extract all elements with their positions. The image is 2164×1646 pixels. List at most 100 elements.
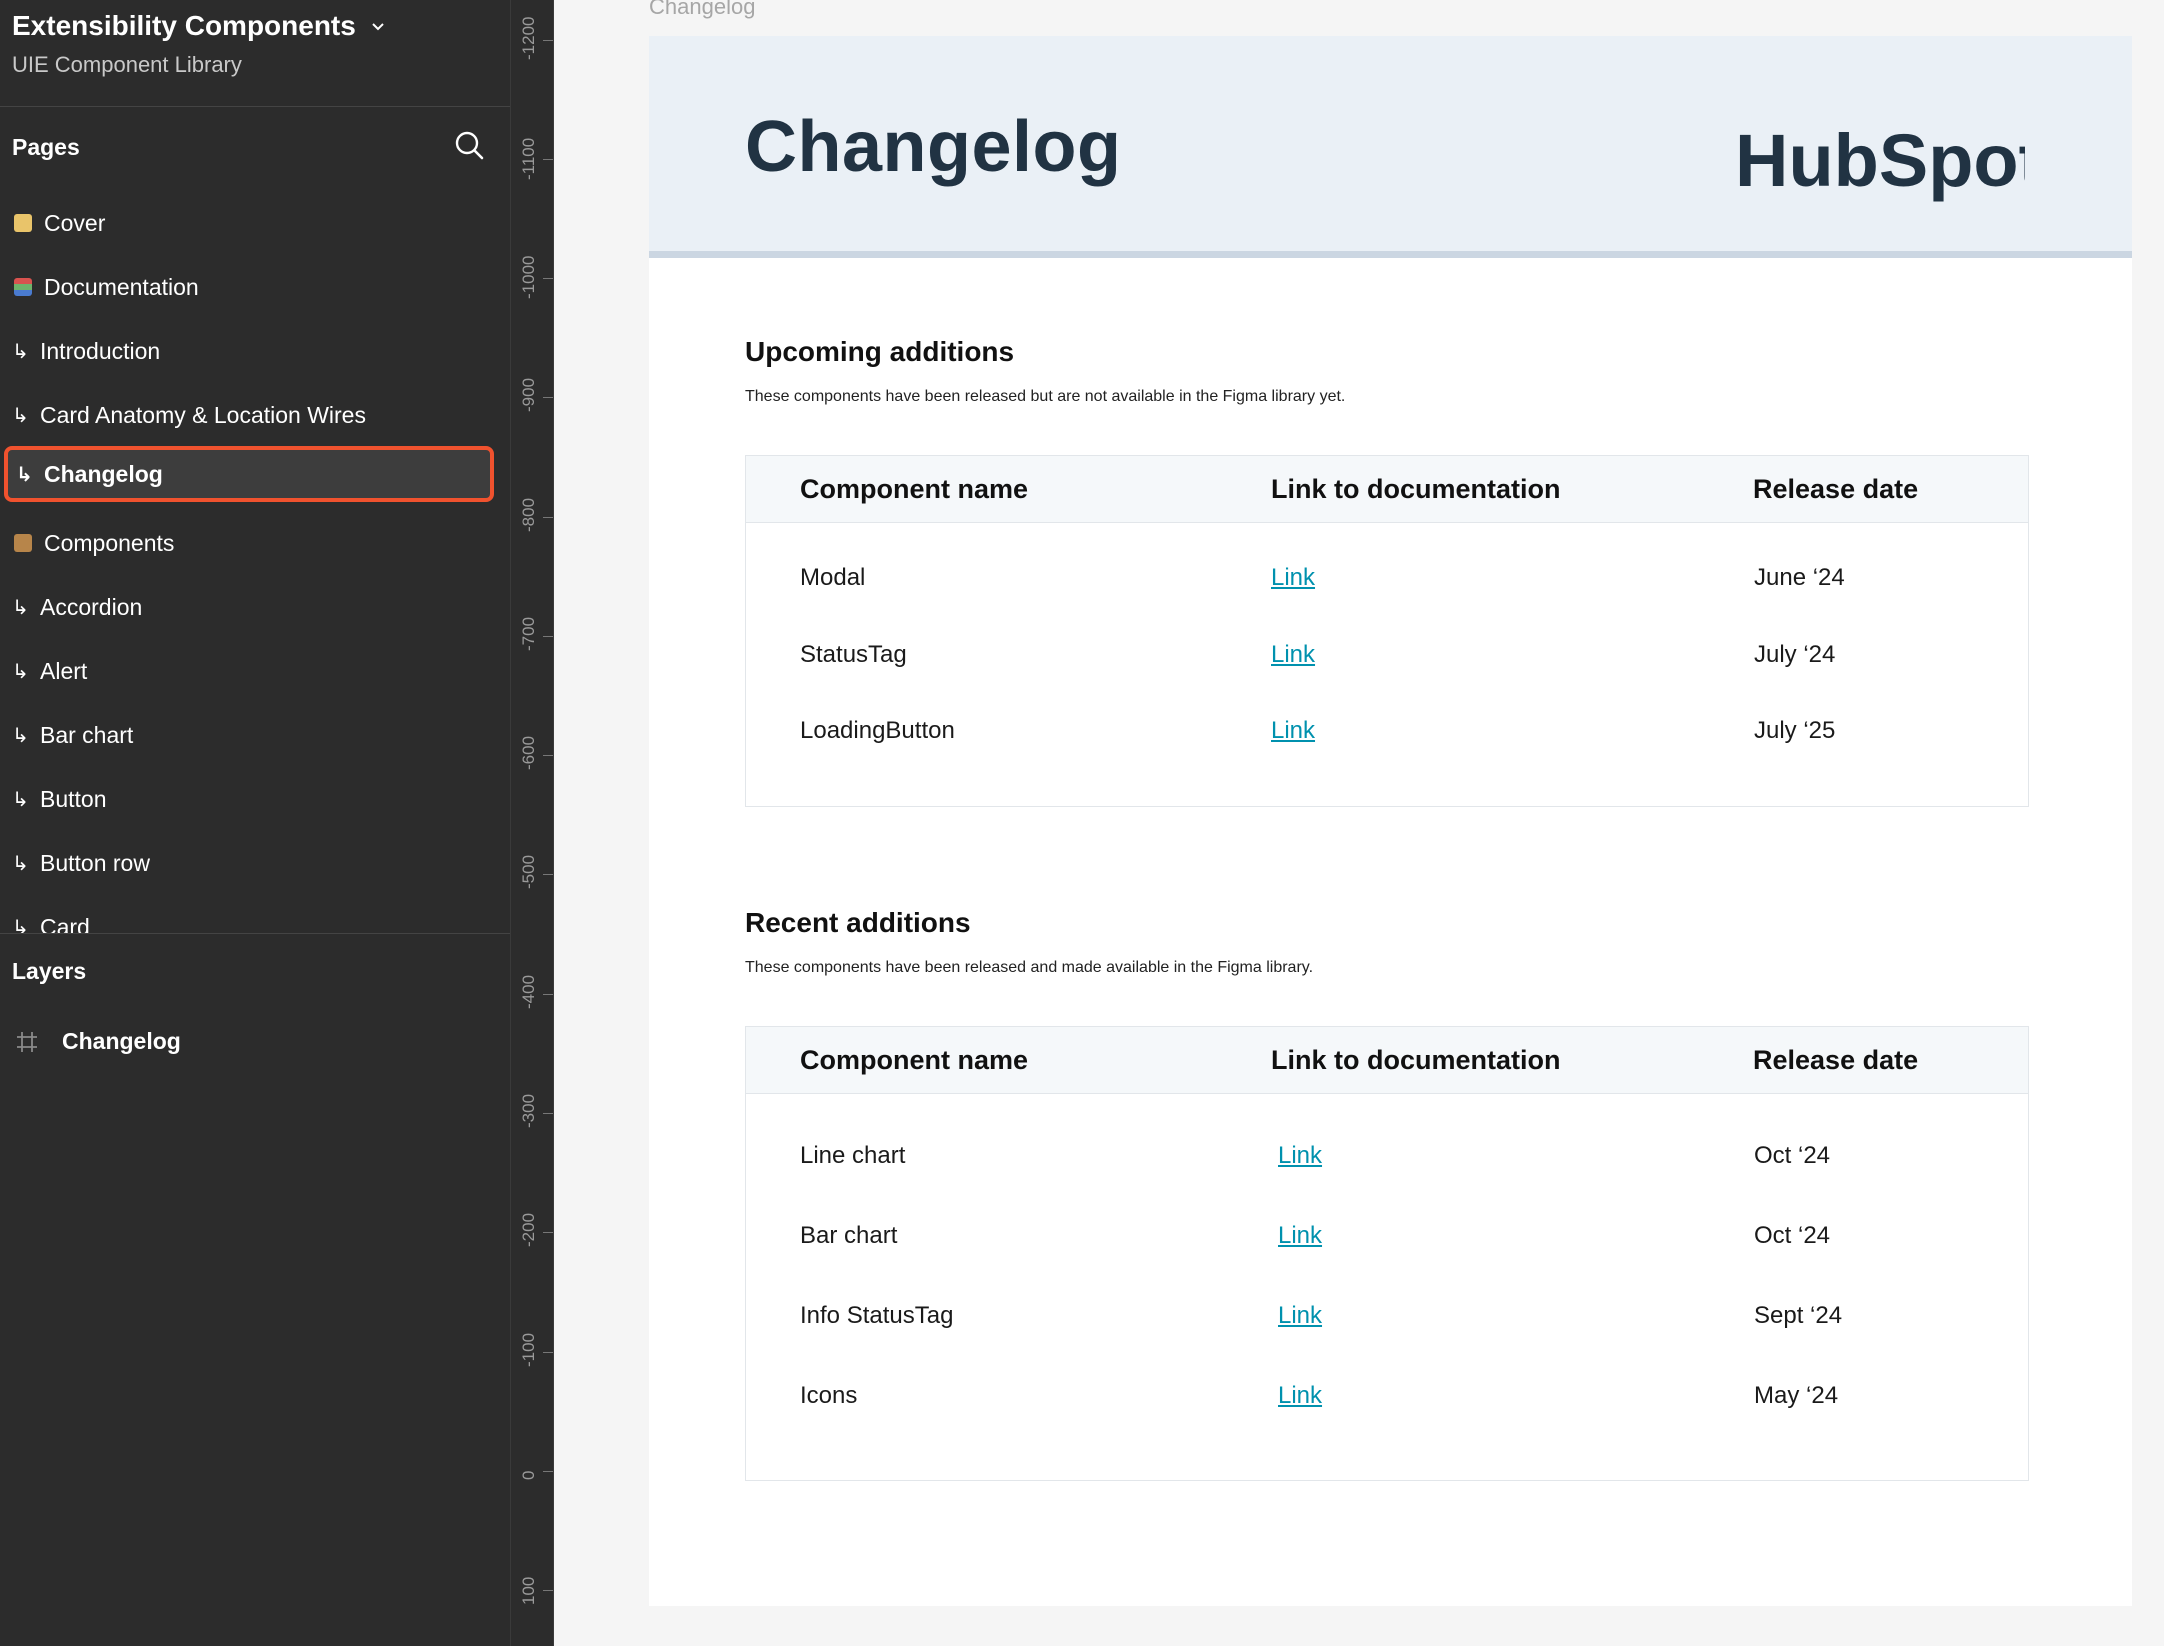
layer-item-changelog[interactable]: Changelog (14, 1028, 181, 1055)
page-item-card-anatomy[interactable]: ↳ Card Anatomy & Location Wires (4, 390, 494, 440)
page-item-card[interactable]: ↳ Card (4, 902, 494, 935)
release-date: June ‘24 (1754, 564, 1845, 591)
page-item-label: Alert (40, 657, 88, 684)
ruler-label: -300 (519, 1093, 538, 1128)
component-name: Modal (800, 564, 866, 591)
ruler-tick (543, 874, 553, 875)
subpage-arrow-icon: ↳ (16, 463, 33, 486)
page-item-label: Components (44, 529, 175, 556)
ruler-label: -600 (519, 735, 538, 770)
ruler-tick (543, 1232, 553, 1233)
ruler-tick (543, 755, 553, 756)
changelog-frame[interactable]: Changelog HubSpot Upcoming additions The… (649, 36, 2132, 1606)
file-subtitle: UIE Component Library (12, 52, 242, 77)
column-header: Release date (1753, 1045, 1919, 1075)
doc-link[interactable]: Link (1278, 1142, 1322, 1170)
vertical-ruler: -1200 -1100 -1000 -900 -800 -700 -600 -5… (511, 0, 554, 1646)
page-item-label: Accordion (40, 593, 143, 620)
ruler-label: -1000 (519, 255, 538, 299)
ruler-tick (543, 636, 553, 637)
logo-text: HubSpot (1735, 119, 2025, 202)
page-item-cover[interactable]: Cover (4, 198, 494, 248)
ruler-tick (543, 517, 553, 518)
table-header: Component name Link to documentation Rel… (746, 1027, 2028, 1094)
ruler-label: -200 (519, 1212, 538, 1247)
design-canvas[interactable]: Changelog Changelog HubSpot Upcoming add… (554, 0, 2164, 1646)
frame-icon (17, 1031, 37, 1052)
component-name: Bar chart (800, 1222, 898, 1249)
search-icon[interactable] (452, 128, 486, 162)
doc-link[interactable]: Link (1271, 717, 1315, 745)
table-header: Component name Link to documentation Rel… (746, 456, 2028, 523)
release-date: Sept ‘24 (1754, 1302, 1843, 1329)
column-header: Component name (800, 474, 1029, 504)
ruler-label: -1200 (519, 16, 538, 60)
upcoming-title: Upcoming additions (745, 336, 1015, 367)
banner: Changelog HubSpot (649, 36, 2132, 258)
panel-divider[interactable] (0, 933, 510, 934)
ruler-tick (543, 994, 553, 995)
pages-list: Cover Documentation ↳ Introduction ↳ Car… (0, 198, 510, 935)
left-sidebar: Extensibility Components UIE Component L… (0, 0, 511, 1646)
page-item-accordion[interactable]: ↳ Accordion (4, 582, 494, 632)
page-item-label: Changelog (44, 460, 163, 487)
release-date: Oct ‘24 (1754, 1142, 1831, 1169)
page-item-label: Button (40, 785, 107, 812)
page-item-label: Documentation (44, 273, 199, 300)
release-date: May ‘24 (1754, 1382, 1839, 1409)
file-title-button[interactable]: Extensibility Components (12, 10, 386, 42)
component-name: Icons (800, 1382, 858, 1409)
page-item-components[interactable]: Components (4, 518, 494, 568)
recent-title: Recent additions (745, 907, 971, 938)
ruler-tick (543, 1471, 553, 1472)
ruler-label: -700 (519, 616, 538, 651)
upcoming-description: These components have been released but … (745, 388, 1346, 405)
ruler-label: -400 (519, 974, 538, 1009)
page-item-documentation[interactable]: Documentation (4, 262, 494, 312)
ruler-tick (543, 1113, 553, 1114)
page-item-button[interactable]: ↳ Button (4, 774, 494, 824)
frame-label[interactable]: Changelog (649, 0, 755, 20)
column-header: Link to documentation (1271, 474, 1561, 504)
ruler-label: -1100 (519, 137, 538, 180)
page-item-label: Introduction (40, 337, 161, 364)
ruler-tick (543, 40, 553, 41)
chevron-down-icon (372, 23, 384, 31)
ruler-label: -900 (519, 377, 538, 412)
subpage-arrow-icon: ↳ (12, 404, 29, 427)
page-item-button-row[interactable]: ↳ Button row (4, 838, 494, 888)
file-title: Extensibility Components (12, 10, 356, 41)
pages-header: Pages (0, 128, 510, 168)
column-header: Link to documentation (1271, 1045, 1561, 1075)
ruler-label: 100 (519, 1576, 538, 1605)
ruler-label: -500 (519, 854, 538, 889)
page-item-changelog[interactable]: ↳ Changelog (4, 446, 494, 502)
component-name: StatusTag (800, 641, 907, 668)
page-item-label: Bar chart (40, 721, 134, 748)
doc-link[interactable]: Link (1271, 564, 1315, 592)
page-item-bar-chart[interactable]: ↳ Bar chart (4, 710, 494, 760)
component-name: Info StatusTag (800, 1302, 954, 1329)
pages-title: Pages (12, 134, 80, 160)
page-item-label: Card (40, 913, 90, 935)
doc-link[interactable]: Link (1278, 1382, 1322, 1410)
component-name: Line chart (800, 1142, 906, 1169)
hubspot-logo: HubSpot (1735, 119, 2025, 202)
ruler-label: 0 (519, 1470, 538, 1480)
ruler-tick (543, 278, 553, 279)
banner-title: Changelog (745, 107, 1122, 187)
page-item-alert[interactable]: ↳ Alert (4, 646, 494, 696)
ruler-tick (543, 397, 553, 398)
subpage-arrow-icon: ↳ (12, 724, 29, 747)
note-icon (14, 214, 32, 232)
doc-link[interactable]: Link (1278, 1222, 1322, 1250)
subpage-arrow-icon: ↳ (12, 788, 29, 811)
recent-description: These components have been released and … (745, 959, 1314, 976)
subpage-arrow-icon: ↳ (12, 916, 29, 935)
ruler-label: -800 (519, 497, 538, 532)
subpage-arrow-icon: ↳ (12, 340, 29, 363)
doc-link[interactable]: Link (1271, 641, 1315, 669)
page-item-introduction[interactable]: ↳ Introduction (4, 326, 494, 376)
subpage-arrow-icon: ↳ (12, 660, 29, 683)
doc-link[interactable]: Link (1278, 1302, 1322, 1330)
